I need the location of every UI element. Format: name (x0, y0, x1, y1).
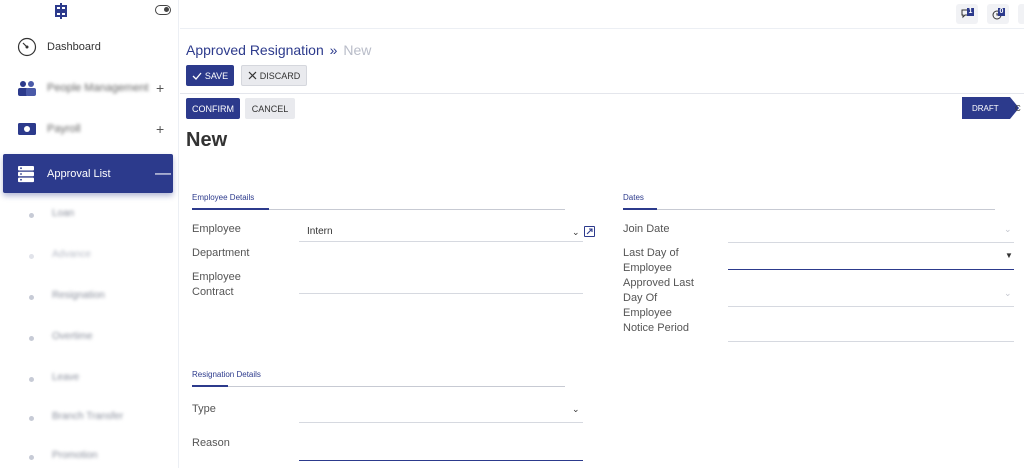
chevron-down-icon[interactable]: ⌄ (1004, 224, 1012, 235)
sidebar-header (0, 0, 178, 24)
bullet-icon (29, 295, 34, 300)
sidebar-subitem-promotion[interactable]: Promotion (0, 447, 179, 467)
sidebar-item-dashboard[interactable]: Dashboard (0, 27, 179, 67)
sidebar-subitem-label: Overtime (52, 331, 93, 342)
caret-down-icon[interactable]: ▼ (1005, 251, 1013, 260)
section-accent (192, 208, 269, 210)
expand-icon[interactable]: + (156, 80, 164, 96)
bullet-icon (29, 377, 34, 382)
section-employee-details-title: Employee Details (192, 193, 255, 202)
approved-last-day-field[interactable] (728, 306, 1014, 307)
dashboard-icon (16, 36, 38, 58)
sidebar-subitem-label: Leave (52, 372, 80, 383)
chat-button[interactable]: 1 (956, 4, 978, 24)
sidebar-subitem-label: Resignation (52, 290, 105, 301)
payroll-icon (16, 118, 38, 140)
confirm-label: CONFIRM (192, 103, 234, 114)
contract-field[interactable] (299, 293, 583, 294)
discard-button[interactable]: DISCARD (241, 65, 307, 86)
sidebar-item-payroll[interactable]: Payroll + (0, 109, 179, 149)
sidebar-item-label: Dashboard (47, 41, 101, 53)
sidebar-item-label: People Management (47, 82, 149, 94)
close-icon (248, 71, 257, 80)
approved-last-day-label: Approved Last Day Of Employee (623, 277, 694, 319)
notice-period-label: Notice Period (623, 322, 690, 334)
status-next-label: C (1015, 103, 1021, 113)
sidebar-subitem-overtime[interactable]: Overtime (0, 328, 179, 348)
sidebar-item-label: Approval List (47, 167, 111, 180)
sidebar-item-approval-list[interactable]: Approval List — (3, 154, 173, 193)
sidebar-subitem-label: Loan (52, 208, 75, 219)
activity-button[interactable]: 0 (987, 4, 1009, 24)
expand-icon[interactable]: + (156, 121, 164, 137)
page-title: New (186, 129, 228, 151)
type-label: Type (192, 403, 216, 415)
sidebar-subitem-label: Advance (52, 249, 91, 260)
external-link-icon[interactable] (584, 226, 595, 237)
activity-badge: 0 (998, 8, 1005, 16)
breadcrumb-current: New (343, 42, 372, 58)
chevron-down-icon[interactable]: ⌄ (572, 404, 580, 415)
toolbar-divider (180, 93, 1024, 94)
chat-badge: 1 (967, 8, 974, 16)
type-field[interactable] (299, 422, 583, 423)
reason-field[interactable] (299, 460, 583, 461)
reason-label: Reason (192, 437, 230, 449)
bullet-icon (29, 455, 34, 460)
sidebar-subitem-leave[interactable]: Leave (0, 369, 179, 389)
user-menu-button[interactable] (1018, 4, 1024, 24)
breadcrumb: Approved Resignation » New (186, 42, 371, 58)
cancel-button[interactable]: CANCEL (245, 98, 295, 119)
bullet-icon (29, 254, 34, 259)
collapse-icon[interactable]: — (155, 165, 171, 183)
discard-label: DISCARD (259, 70, 301, 81)
sidebar-item-label: Payroll (47, 123, 81, 135)
sidebar-subitem-label: Branch Transfer (52, 411, 124, 422)
notice-period-field[interactable] (728, 341, 1014, 342)
status-draft-label: DRAFT (972, 103, 999, 113)
sidebar-item-people-management[interactable]: People Management + (0, 68, 179, 108)
bullet-icon (29, 416, 34, 421)
breadcrumb-separator: » (329, 42, 338, 58)
section-divider (623, 209, 995, 210)
bullet-icon (29, 213, 34, 218)
save-button[interactable]: SAVE (186, 65, 234, 86)
chevron-down-icon[interactable]: ⌄ (572, 227, 580, 238)
confirm-button[interactable]: CONFIRM (186, 98, 240, 119)
sidebar-toggle[interactable] (155, 5, 171, 15)
sidebar: Dashboard People Management + Payroll + … (0, 0, 179, 468)
people-icon (16, 77, 38, 99)
employee-field[interactable] (299, 241, 583, 242)
server-icon (15, 163, 37, 185)
section-divider (192, 386, 565, 387)
sidebar-subitem-advance[interactable]: Advance (0, 246, 179, 266)
bullet-icon (29, 336, 34, 341)
employee-label: Employee (192, 223, 241, 235)
status-draft[interactable]: DRAFT (962, 97, 1019, 119)
sidebar-subitem-label: Promotion (52, 450, 98, 461)
sidebar-subitem-loan[interactable]: Loan (0, 205, 179, 225)
logo-icon (55, 3, 67, 19)
status-next[interactable]: C (1015, 97, 1021, 119)
cancel-label: CANCEL (251, 103, 289, 114)
join-date-label: Join Date (623, 223, 670, 235)
employee-value: Intern (307, 226, 333, 237)
join-date-field[interactable] (728, 242, 1014, 243)
topbar: 1 0 (180, 0, 1024, 29)
breadcrumb-parent-link[interactable]: Approved Resignation (186, 42, 324, 58)
section-resignation-details-title: Resignation Details (192, 370, 261, 379)
section-dates-title: Dates (623, 193, 644, 202)
chevron-down-icon[interactable]: ⌄ (1004, 288, 1012, 299)
sidebar-subitem-branch-transfer[interactable]: Branch Transfer (0, 408, 179, 428)
section-accent (192, 385, 228, 387)
department-label: Department (192, 247, 250, 259)
section-accent (623, 208, 657, 210)
sidebar-subitem-resignation[interactable]: Resignation (0, 287, 179, 307)
save-label: SAVE (204, 70, 229, 81)
check-icon (192, 72, 202, 80)
last-day-label: Last Day of Employee (623, 247, 679, 274)
last-day-field[interactable] (728, 269, 1014, 270)
contract-label: Employee Contract (192, 271, 241, 298)
